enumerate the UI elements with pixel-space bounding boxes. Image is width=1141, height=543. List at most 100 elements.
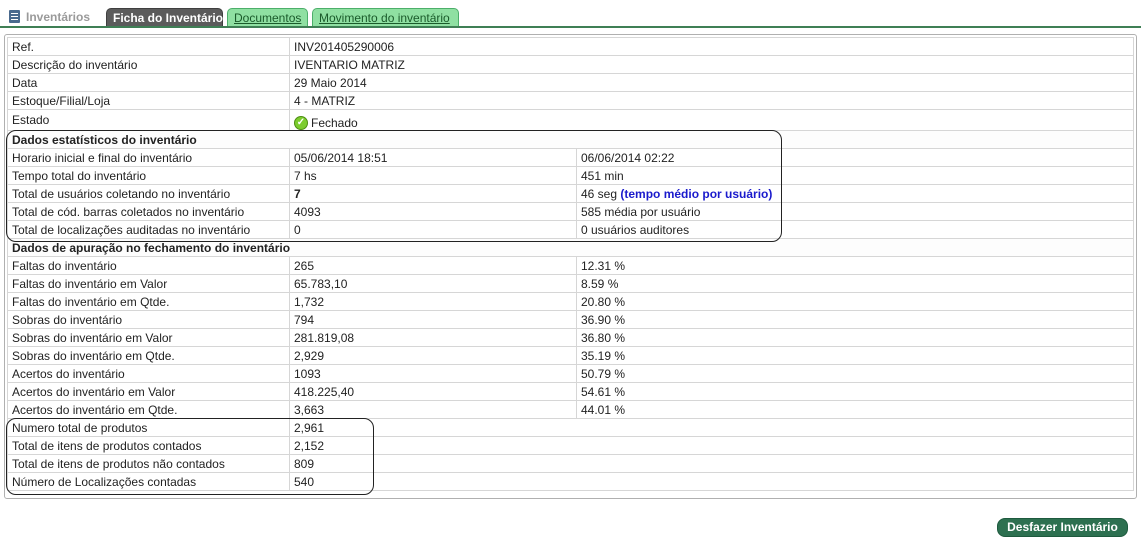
total-label: Total de itens de produtos contados bbox=[7, 436, 290, 455]
section-closing: Dados de apuração no fechamento do inven… bbox=[7, 238, 1134, 257]
totals-row: Número de Localizações contadas 540 bbox=[7, 472, 1134, 491]
stat-label: Total de localizações auditadas no inven… bbox=[7, 220, 290, 239]
stat-extra-value: 46 seg bbox=[581, 186, 618, 201]
check-circle-icon: ✓ bbox=[294, 116, 308, 130]
ref-value: INV201405290006 bbox=[289, 37, 1134, 56]
total-value: 540 bbox=[289, 472, 1134, 491]
stat-value: 7 bbox=[289, 184, 577, 203]
stat-value: 7 hs bbox=[289, 166, 577, 185]
closing-label: Sobras do inventário bbox=[7, 310, 290, 329]
total-label: Número de Localizações contadas bbox=[7, 472, 290, 491]
closing-percent: 36.90 % bbox=[576, 310, 1134, 329]
module-header: Inventários bbox=[8, 8, 90, 26]
closing-value: 65.783,10 bbox=[289, 274, 577, 293]
closing-row: Faltas do inventário em Qtde. 1,732 20.80 … bbox=[7, 292, 1134, 311]
closing-label: Faltas do inventário em Qtde. bbox=[7, 292, 290, 311]
tab-ficha-do-inventario[interactable]: Ficha do Inventário bbox=[106, 8, 223, 26]
closing-percent: 35.19 % bbox=[576, 346, 1134, 365]
status-value: Fechado bbox=[311, 116, 358, 130]
closing-row: Sobras do inventário em Qtde. 2,929 35.19 … bbox=[7, 346, 1134, 365]
closing-value: 2,929 bbox=[289, 346, 577, 365]
closing-row: Faltas do inventário em Valor 65.783,10 8.… bbox=[7, 274, 1134, 293]
closing-value: 794 bbox=[289, 310, 577, 329]
field-label: Estado bbox=[7, 109, 290, 131]
field-label: Ref. bbox=[7, 37, 290, 56]
totals-row: Total de itens de produtos não contados 8… bbox=[7, 454, 1134, 473]
closing-percent: 20.80 % bbox=[576, 292, 1134, 311]
module-label: Inventários bbox=[26, 10, 91, 24]
closing-label: Sobras do inventário em Valor bbox=[7, 328, 290, 347]
tab-bar: Inventários Ficha do Inventário Document… bbox=[0, 0, 1141, 28]
description-value: IVENTARIO MATRIZ bbox=[289, 55, 1134, 74]
closing-value: 281.819,08 bbox=[289, 328, 577, 347]
field-label: Data bbox=[7, 73, 290, 92]
section-title: Dados estatísticos do inventário bbox=[7, 130, 1134, 149]
row-description: Descrição do inventário IVENTARIO MATRIZ bbox=[7, 55, 1134, 74]
closing-value: 1,732 bbox=[289, 292, 577, 311]
closing-percent: 8.59 % bbox=[576, 274, 1134, 293]
stats-row: Tempo total do inventário 7 hs 451 min bbox=[7, 166, 1134, 185]
inventory-card: Ref. INV201405290006 Descrição do invent… bbox=[4, 34, 1137, 499]
closing-row: Sobras do inventário 794 36.90 % bbox=[7, 310, 1134, 329]
stat-extra-note: (tempo médio por usuário) bbox=[620, 186, 773, 201]
row-ref: Ref. INV201405290006 bbox=[7, 37, 1134, 56]
total-label: Numero total de produtos bbox=[7, 418, 290, 437]
status-cell: ✓ Fechado bbox=[289, 109, 1134, 131]
stats-row: Horario inicial e final do inventário 05… bbox=[7, 148, 1134, 167]
stats-row: Total de cód. barras coletados no invent… bbox=[7, 202, 1134, 221]
stat-label: Horario inicial e final do inventário bbox=[7, 148, 290, 167]
document-icon bbox=[8, 10, 22, 24]
closing-value: 1093 bbox=[289, 364, 577, 383]
total-value: 2,961 bbox=[289, 418, 1134, 437]
closing-value: 418.225,40 bbox=[289, 382, 577, 401]
stat-value: 05/06/2014 18:51 bbox=[289, 148, 577, 167]
date-value: 29 Maio 2014 bbox=[289, 73, 1134, 92]
stats-row: Total de localizações auditadas no inven… bbox=[7, 220, 1134, 239]
field-label: Estoque/Filial/Loja bbox=[7, 91, 290, 110]
closing-row: Acertos do inventário 1093 50.79 % bbox=[7, 364, 1134, 383]
inventory-details-table: Ref. INV201405290006 Descrição do invent… bbox=[7, 37, 1134, 491]
row-store: Estoque/Filial/Loja 4 - MATRIZ bbox=[7, 91, 1134, 110]
tab-documentos[interactable]: Documentos bbox=[227, 8, 308, 26]
closing-label: Sobras do inventário em Qtde. bbox=[7, 346, 290, 365]
total-value: 809 bbox=[289, 454, 1134, 473]
closing-label: Acertos do inventário em Qtde. bbox=[7, 400, 290, 419]
row-date: Data 29 Maio 2014 bbox=[7, 73, 1134, 92]
stat-label: Total de cód. barras coletados no invent… bbox=[7, 202, 290, 221]
closing-percent: 44.01 % bbox=[576, 400, 1134, 419]
stat-extra: 06/06/2014 02:22 bbox=[576, 148, 1134, 167]
store-value: 4 - MATRIZ bbox=[289, 91, 1134, 110]
closing-label: Faltas do inventário em Valor bbox=[7, 274, 290, 293]
section-stats: Dados estatísticos do inventário bbox=[7, 130, 1134, 149]
closing-percent: 12.31 % bbox=[576, 256, 1134, 275]
closing-row: Faltas do inventário 265 12.31 % bbox=[7, 256, 1134, 275]
closing-label: Acertos do inventário em Valor bbox=[7, 382, 290, 401]
closing-row: Acertos do inventário em Qtde. 3,663 44.01… bbox=[7, 400, 1134, 419]
totals-row: Total de itens de produtos contados 2,152 bbox=[7, 436, 1134, 455]
total-value: 2,152 bbox=[289, 436, 1134, 455]
stat-extra: 46 seg (tempo médio por usuário) bbox=[576, 184, 1134, 203]
stat-extra: 585 média por usuário bbox=[576, 202, 1134, 221]
undo-inventory-button[interactable]: Desfazer Inventário bbox=[997, 518, 1128, 537]
closing-row: Sobras do inventário em Valor 281.819,08 3… bbox=[7, 328, 1134, 347]
tab-movimento-do-inventario[interactable]: Movimento do inventário bbox=[312, 8, 459, 26]
closing-value: 3,663 bbox=[289, 400, 577, 419]
totals-row: Numero total de produtos 2,961 bbox=[7, 418, 1134, 437]
section-title: Dados de apuração no fechamento do inven… bbox=[7, 238, 1134, 257]
total-label: Total de itens de produtos não contados bbox=[7, 454, 290, 473]
stats-row: Total de usuários coletando no inventári… bbox=[7, 184, 1134, 203]
stat-value: 4093 bbox=[289, 202, 577, 221]
stat-value: 0 bbox=[289, 220, 577, 239]
closing-value: 265 bbox=[289, 256, 577, 275]
closing-percent: 36.80 % bbox=[576, 328, 1134, 347]
stat-extra: 451 min bbox=[576, 166, 1134, 185]
stat-extra: 0 usuários auditores bbox=[576, 220, 1134, 239]
field-label: Descrição do inventário bbox=[7, 55, 290, 74]
closing-percent: 54.61 % bbox=[576, 382, 1134, 401]
closing-percent: 50.79 % bbox=[576, 364, 1134, 383]
closing-label: Faltas do inventário bbox=[7, 256, 290, 275]
row-status: Estado ✓ Fechado bbox=[7, 109, 1134, 131]
stat-label: Tempo total do inventário bbox=[7, 166, 290, 185]
tab-bar-divider bbox=[0, 26, 1141, 28]
stat-label: Total de usuários coletando no inventári… bbox=[7, 184, 290, 203]
